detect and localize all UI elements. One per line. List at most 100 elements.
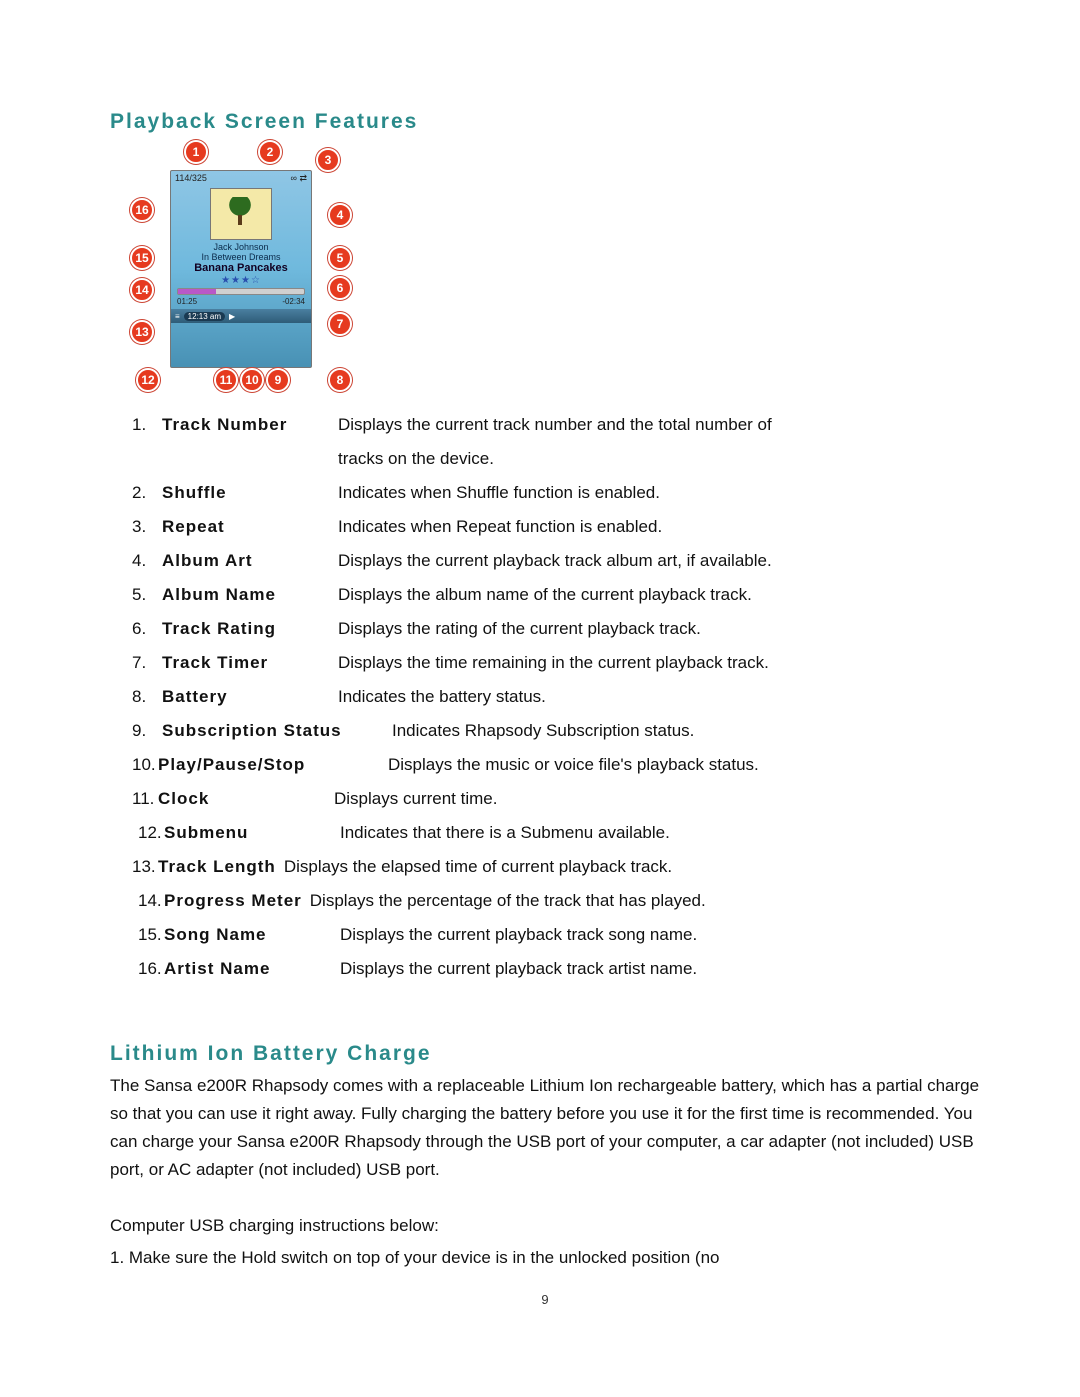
callout-11: 11 bbox=[214, 368, 238, 392]
callout-5: 5 bbox=[328, 246, 352, 270]
progress-meter bbox=[177, 288, 305, 295]
submenu-icon: ≡ bbox=[175, 312, 180, 321]
device-mockup: 114/325 ∞ ⇄ Jack Johnson In Between Drea… bbox=[170, 170, 312, 368]
callout-7: 7 bbox=[328, 312, 352, 336]
feature-term: Clock bbox=[158, 782, 334, 816]
feature-term: Track Rating bbox=[162, 612, 338, 646]
feature-desc: Displays current time. bbox=[334, 782, 980, 816]
feature-number: 4. bbox=[132, 544, 162, 578]
callout-3: 3 bbox=[316, 148, 340, 172]
feature-number: 14. bbox=[138, 884, 164, 918]
album-art bbox=[210, 188, 272, 240]
section-heading-playback: Playback Screen Features bbox=[110, 110, 980, 134]
callout-4: 4 bbox=[328, 203, 352, 227]
shuffle-repeat-icons: ∞ ⇄ bbox=[291, 173, 307, 184]
feature-row: 10.Play/Pause/StopDisplays the music or … bbox=[132, 748, 980, 782]
feature-desc: Indicates that there is a Submenu availa… bbox=[340, 816, 980, 850]
usb-intro: Computer USB charging instructions below… bbox=[110, 1212, 980, 1240]
clock: 12:13 am bbox=[184, 312, 225, 321]
feature-term: Album Name bbox=[162, 578, 338, 612]
feature-row: 12.SubmenuIndicates that there is a Subm… bbox=[138, 816, 980, 850]
feature-row: 3.RepeatIndicates when Repeat function i… bbox=[132, 510, 980, 544]
callout-12: 12 bbox=[136, 368, 160, 392]
feature-desc: Indicates Rhapsody Subscription status. bbox=[392, 714, 980, 748]
feature-desc: Indicates when Repeat function is enable… bbox=[338, 510, 980, 544]
feature-row: 7.Track TimerDisplays the time remaining… bbox=[132, 646, 980, 680]
time-remaining: -02:34 bbox=[282, 297, 305, 306]
feature-row: 6.Track RatingDisplays the rating of the… bbox=[132, 612, 980, 646]
feature-row: 9.Subscription StatusIndicates Rhapsody … bbox=[132, 714, 980, 748]
feature-number: 11. bbox=[132, 782, 158, 816]
feature-desc-cont: tracks on the device. bbox=[338, 442, 980, 476]
feature-term: Battery bbox=[162, 680, 338, 714]
feature-number: 1. bbox=[132, 408, 162, 442]
feature-desc: Displays the current playback track albu… bbox=[338, 544, 980, 578]
feature-term: Song Name bbox=[164, 918, 340, 952]
feature-row: 14.Progress MeterDisplays the percentage… bbox=[138, 884, 980, 918]
feature-desc: Indicates the battery status. bbox=[338, 680, 980, 714]
usb-step-1: 1. Make sure the Hold switch on top of y… bbox=[110, 1244, 980, 1272]
feature-term: Track Length bbox=[158, 850, 276, 884]
callout-15: 15 bbox=[130, 246, 154, 270]
feature-term: Subscription Status bbox=[162, 714, 392, 748]
page-number: 9 bbox=[110, 1292, 980, 1307]
feature-number: 2. bbox=[132, 476, 162, 510]
feature-list: 1.Track NumberDisplays the current track… bbox=[132, 408, 980, 986]
feature-number: 9. bbox=[132, 714, 162, 748]
feature-desc: Displays the current track number and th… bbox=[338, 408, 980, 442]
playback-diagram: 114/325 ∞ ⇄ Jack Johnson In Between Drea… bbox=[130, 140, 370, 400]
feature-number: 15. bbox=[138, 918, 164, 952]
feature-term: Play/Pause/Stop bbox=[158, 748, 388, 782]
feature-term: Track Timer bbox=[162, 646, 338, 680]
feature-number: 13. bbox=[132, 850, 158, 884]
feature-desc: Displays the music or voice file's playb… bbox=[388, 748, 980, 782]
feature-number: 16. bbox=[138, 952, 164, 986]
feature-number: 7. bbox=[132, 646, 162, 680]
callout-16: 16 bbox=[130, 198, 154, 222]
time-elapsed: 01:25 bbox=[177, 297, 197, 306]
callout-13: 13 bbox=[130, 320, 154, 344]
feature-row: 4.Album ArtDisplays the current playback… bbox=[132, 544, 980, 578]
feature-row: 16.Artist NameDisplays the current playb… bbox=[138, 952, 980, 986]
track-counter: 114/325 bbox=[175, 173, 207, 184]
feature-row: 13.Track LengthDisplays the elapsed time… bbox=[132, 850, 980, 884]
feature-number: 5. bbox=[132, 578, 162, 612]
callout-10: 10 bbox=[240, 368, 264, 392]
callout-14: 14 bbox=[130, 278, 154, 302]
feature-term: Progress Meter bbox=[164, 884, 302, 918]
callout-6: 6 bbox=[328, 276, 352, 300]
feature-term: Submenu bbox=[164, 816, 340, 850]
feature-row: 11.ClockDisplays current time. bbox=[132, 782, 980, 816]
feature-term: Album Art bbox=[162, 544, 338, 578]
callout-9: 9 bbox=[266, 368, 290, 392]
feature-desc: Displays the elapsed time of current pla… bbox=[284, 850, 980, 884]
feature-term: Track Number bbox=[162, 408, 338, 442]
feature-desc: Displays the current playback track arti… bbox=[340, 952, 980, 986]
song-name: Banana Pancakes bbox=[171, 262, 311, 274]
album-name: In Between Dreams bbox=[171, 252, 311, 262]
feature-term: Artist Name bbox=[164, 952, 340, 986]
feature-row: 5.Album NameDisplays the album name of t… bbox=[132, 578, 980, 612]
track-rating: ★★★☆ bbox=[171, 275, 311, 286]
feature-row: 1.Track NumberDisplays the current track… bbox=[132, 408, 980, 442]
callout-1: 1 bbox=[184, 140, 208, 164]
feature-row: 15.Song NameDisplays the current playbac… bbox=[138, 918, 980, 952]
feature-number: 3. bbox=[132, 510, 162, 544]
callout-8: 8 bbox=[328, 368, 352, 392]
feature-desc: Displays the percentage of the track tha… bbox=[310, 884, 980, 918]
feature-number: 8. bbox=[132, 680, 162, 714]
feature-desc: Displays the current playback track song… bbox=[340, 918, 980, 952]
feature-number: 12. bbox=[138, 816, 164, 850]
battery-paragraph: The Sansa e200R Rhapsody comes with a re… bbox=[110, 1072, 980, 1184]
feature-row: 8.BatteryIndicates the battery status. bbox=[132, 680, 980, 714]
feature-desc: Displays the rating of the current playb… bbox=[338, 612, 980, 646]
play-icon: ▶ bbox=[229, 312, 235, 321]
feature-number: 10. bbox=[132, 748, 158, 782]
feature-row: 2.ShuffleIndicates when Shuffle function… bbox=[132, 476, 980, 510]
artist-name: Jack Johnson bbox=[171, 242, 311, 252]
feature-term: Repeat bbox=[162, 510, 338, 544]
feature-term: Shuffle bbox=[162, 476, 338, 510]
feature-desc: Indicates when Shuffle function is enabl… bbox=[338, 476, 980, 510]
feature-desc: Displays the time remaining in the curre… bbox=[338, 646, 980, 680]
callout-2: 2 bbox=[258, 140, 282, 164]
